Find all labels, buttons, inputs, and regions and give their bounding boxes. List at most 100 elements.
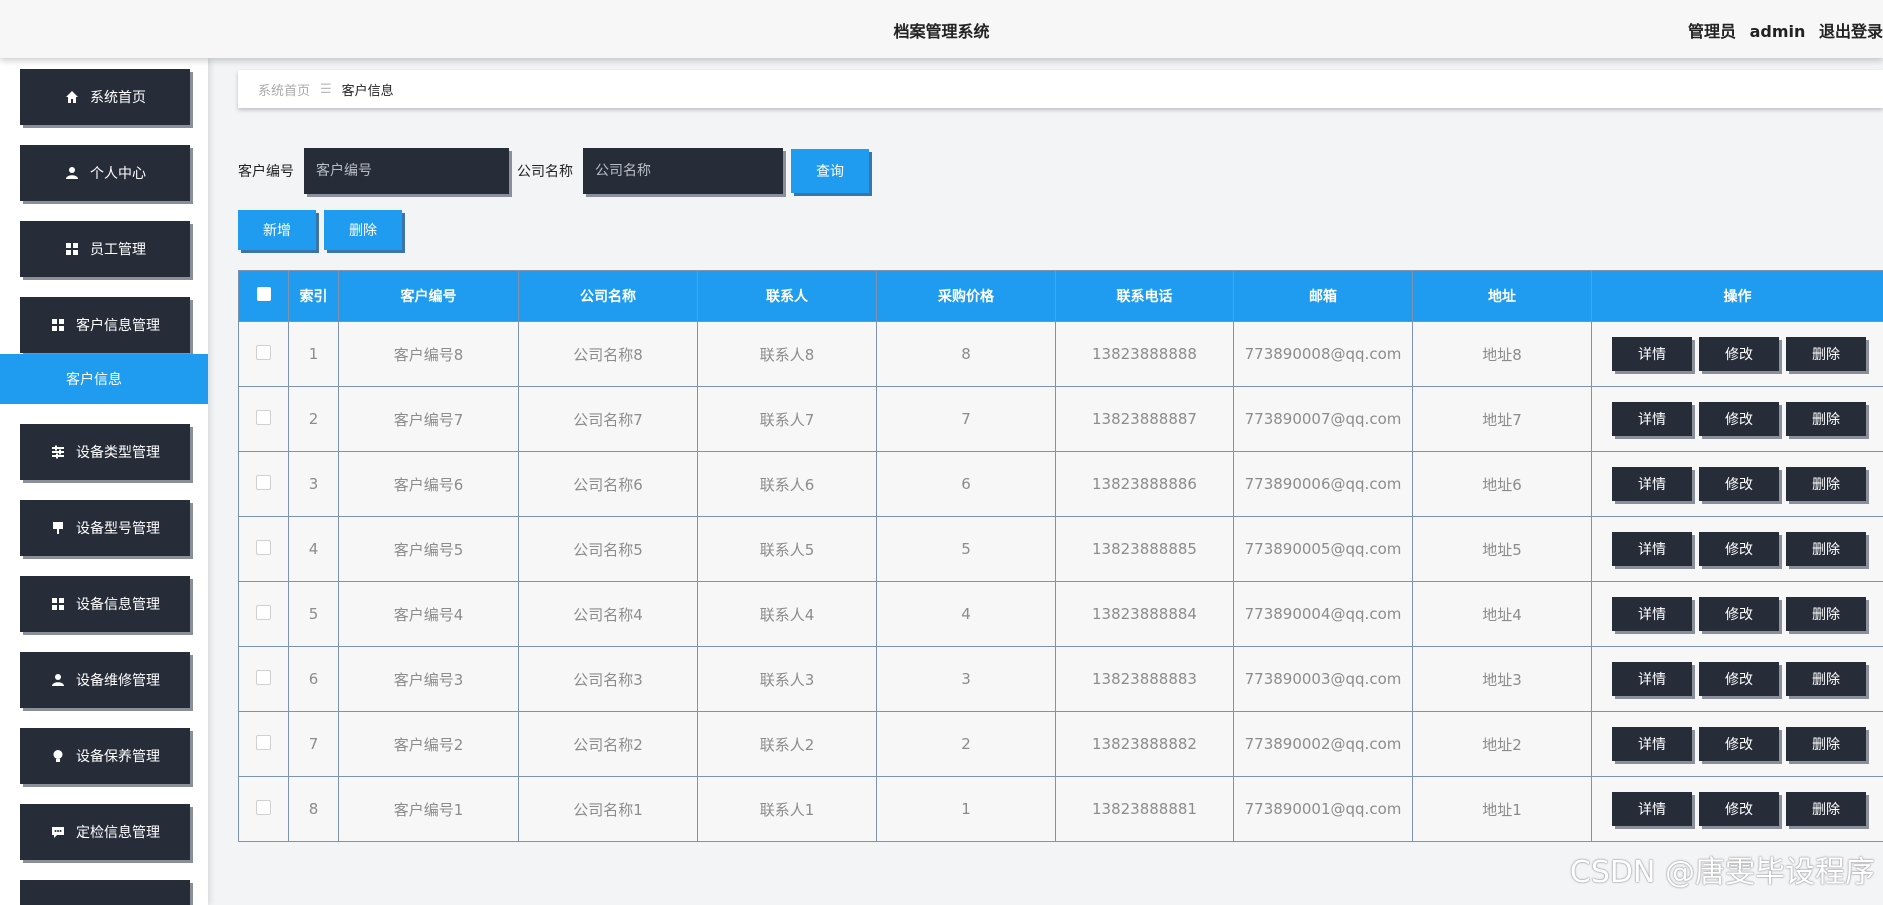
sidebar-item-device-type[interactable]: 设备类型管理 — [20, 424, 190, 480]
column-header: 操作 — [1591, 270, 1883, 322]
sidebar-item-device-maintenance[interactable]: 设备保养管理 — [20, 728, 190, 784]
detail-button[interactable]: 详情 — [1612, 727, 1692, 761]
column-header: 联系人 — [697, 270, 877, 322]
username: admin — [1749, 22, 1806, 41]
row-select-cell[interactable] — [238, 451, 289, 517]
edit-button[interactable]: 修改 — [1699, 532, 1779, 566]
cell-customer-no: 客户编号4 — [338, 581, 519, 647]
sidebar-item-label: 设备维修管理 — [76, 673, 160, 689]
row-checkbox[interactable] — [256, 799, 271, 815]
cell-company: 公司名称7 — [518, 386, 698, 452]
logout-link[interactable]: 退出登录 — [1819, 22, 1883, 41]
add-button[interactable]: 新增 — [238, 210, 316, 250]
detail-button[interactable]: 详情 — [1612, 467, 1692, 501]
edit-button[interactable]: 修改 — [1699, 337, 1779, 371]
cell-contact: 联系人3 — [697, 646, 877, 712]
row-select-cell[interactable] — [238, 321, 289, 387]
breadcrumb-home[interactable]: 系统首页 — [258, 80, 310, 99]
delete-button[interactable]: 删除 — [1786, 597, 1866, 631]
cell-email: 773890007@qq.com — [1233, 386, 1413, 452]
row-select-cell[interactable] — [238, 776, 289, 842]
sidebar-item-inspection[interactable]: 定检信息管理 — [20, 804, 190, 860]
cell-address: 地址8 — [1412, 321, 1592, 387]
select-all-header[interactable] — [238, 270, 289, 322]
row-operations: 详情 修改 删除 — [1591, 516, 1883, 582]
breadcrumb-current: 客户信息 — [341, 83, 394, 99]
row-checkbox[interactable] — [256, 604, 271, 620]
row-checkbox[interactable] — [256, 474, 271, 490]
cell-price: 8 — [876, 321, 1056, 387]
customer-no-input[interactable] — [304, 148, 509, 194]
column-header: 公司名称 — [518, 270, 698, 322]
row-select-cell[interactable] — [238, 581, 289, 647]
delete-button[interactable]: 删除 — [1786, 727, 1866, 761]
detail-button[interactable]: 详情 — [1612, 792, 1692, 826]
sidebar-item-device-model[interactable]: 设备型号管理 — [20, 500, 190, 556]
sidebar-item-profile[interactable]: 个人中心 — [20, 145, 190, 201]
sidebar-subitem-customer-info[interactable]: 客户信息 — [0, 354, 208, 404]
delete-button[interactable]: 删除 — [1786, 467, 1866, 501]
sidebar-item-device-info[interactable]: 设备信息管理 — [20, 576, 190, 632]
sidebar-item-home[interactable]: 系统首页 — [20, 69, 190, 125]
batch-delete-button[interactable]: 删除 — [324, 210, 402, 250]
select-all-checkbox[interactable] — [256, 287, 271, 301]
edit-button[interactable]: 修改 — [1699, 597, 1779, 631]
cell-email: 773890008@qq.com — [1233, 321, 1413, 387]
sidebar-item-staff[interactable]: 员工管理 — [20, 221, 190, 277]
edit-button[interactable]: 修改 — [1699, 662, 1779, 696]
edit-button[interactable]: 修改 — [1699, 467, 1779, 501]
detail-button[interactable]: 详情 — [1612, 597, 1692, 631]
delete-button[interactable]: 删除 — [1786, 402, 1866, 436]
cell-contact: 联系人1 — [697, 776, 877, 842]
row-checkbox[interactable] — [256, 409, 271, 425]
cell-address: 地址2 — [1412, 711, 1592, 777]
sidebar-item-more[interactable] — [20, 880, 190, 905]
cell-company: 公司名称3 — [518, 646, 698, 712]
company-input[interactable] — [583, 148, 783, 194]
row-checkbox[interactable] — [256, 734, 271, 750]
cell-customer-no: 客户编号6 — [338, 451, 519, 517]
delete-button[interactable]: 删除 — [1786, 532, 1866, 566]
cell-index: 3 — [288, 451, 339, 517]
cell-address: 地址5 — [1412, 516, 1592, 582]
sidebar-item-customer[interactable]: 客户信息管理 — [20, 297, 190, 353]
sidebar-item-device-repair[interactable]: 设备维修管理 — [20, 652, 190, 708]
edit-button[interactable]: 修改 — [1699, 727, 1779, 761]
cell-customer-no: 客户编号3 — [338, 646, 519, 712]
grid-icon — [64, 241, 80, 257]
delete-button[interactable]: 删除 — [1786, 792, 1866, 826]
table-row: 3 客户编号6 公司名称6 联系人6 6 13823888886 773890006@qq.… — [238, 451, 1883, 517]
row-checkbox[interactable] — [256, 344, 271, 360]
delete-button[interactable]: 删除 — [1786, 337, 1866, 371]
delete-button[interactable]: 删除 — [1786, 662, 1866, 696]
row-select-cell[interactable] — [238, 646, 289, 712]
detail-button[interactable]: 详情 — [1612, 662, 1692, 696]
row-operations: 详情 修改 删除 — [1591, 581, 1883, 647]
cell-contact: 联系人2 — [697, 711, 877, 777]
edit-button[interactable]: 修改 — [1699, 792, 1779, 826]
detail-button[interactable]: 详情 — [1612, 337, 1692, 371]
sidebar-item-label: 系统首页 — [90, 90, 146, 106]
sidebar-item-label: 员工管理 — [90, 242, 146, 258]
detail-button[interactable]: 详情 — [1612, 402, 1692, 436]
cell-address: 地址6 — [1412, 451, 1592, 517]
edit-button[interactable]: 修改 — [1699, 402, 1779, 436]
detail-button[interactable]: 详情 — [1612, 532, 1692, 566]
cell-company: 公司名称8 — [518, 321, 698, 387]
row-select-cell[interactable] — [238, 516, 289, 582]
cell-phone: 13823888883 — [1055, 646, 1234, 712]
cell-customer-no: 客户编号1 — [338, 776, 519, 842]
cell-customer-no: 客户编号5 — [338, 516, 519, 582]
column-header: 采购价格 — [876, 270, 1056, 322]
sidebar-item-label: 设备信息管理 — [76, 597, 160, 613]
column-header: 邮箱 — [1233, 270, 1413, 322]
row-checkbox[interactable] — [256, 539, 271, 555]
row-select-cell[interactable] — [238, 711, 289, 777]
cell-customer-no: 客户编号2 — [338, 711, 519, 777]
row-checkbox[interactable] — [256, 669, 271, 685]
cell-price: 5 — [876, 516, 1056, 582]
customer-no-label: 客户编号 — [238, 164, 294, 180]
query-button[interactable]: 查询 — [791, 149, 869, 193]
cell-phone: 13823888882 — [1055, 711, 1234, 777]
row-select-cell[interactable] — [238, 386, 289, 452]
